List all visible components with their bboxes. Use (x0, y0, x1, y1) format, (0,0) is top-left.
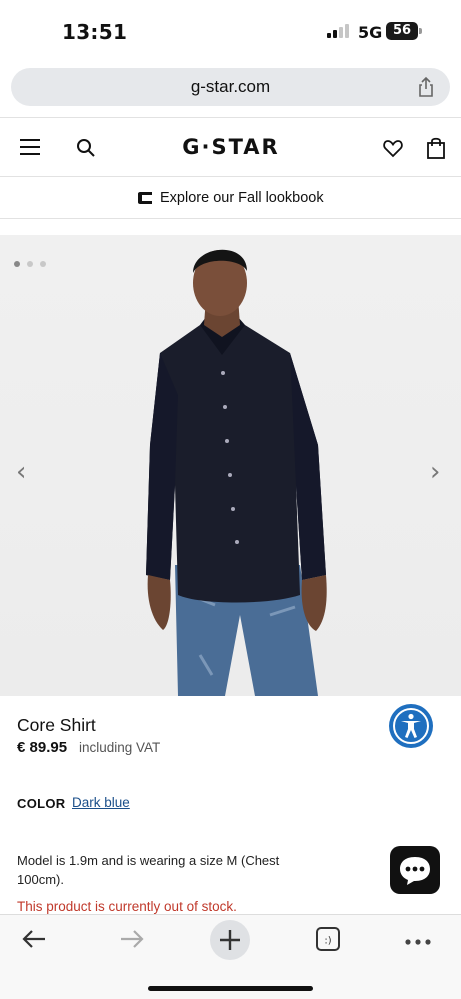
menu-icon[interactable] (20, 138, 40, 156)
network-type: 5G (358, 23, 383, 42)
forward-arrow-icon[interactable] (118, 927, 146, 951)
status-time: 13:51 (62, 20, 128, 44)
home-indicator[interactable] (148, 986, 313, 991)
bag-icon[interactable] (425, 136, 447, 160)
more-options-icon[interactable] (404, 934, 432, 945)
carousel-dot[interactable] (14, 261, 20, 267)
battery-icon: 56 (386, 22, 418, 40)
search-icon[interactable] (75, 137, 97, 159)
svg-text::): :) (324, 936, 331, 947)
product-image-gallery[interactable]: ‹ › (0, 235, 461, 696)
promo-text[interactable]: Explore our Fall lookbook (160, 177, 324, 219)
browser-toolbar: :) (0, 914, 461, 999)
accessibility-icon[interactable] (389, 704, 433, 748)
product-photo (146, 249, 327, 696)
color-selector-link[interactable]: Dark blue (72, 795, 130, 810)
back-arrow-icon[interactable] (20, 927, 48, 951)
brand-logo[interactable]: G·STAR (170, 133, 292, 161)
model-size-info: Model is 1.9m and is wearing a size M (C… (17, 853, 280, 887)
cellular-signal-icon (327, 24, 351, 38)
promo-banner[interactable]: Explore our Fall lookbook (0, 177, 461, 219)
lookbook-icon (136, 191, 154, 205)
carousel-dot[interactable] (40, 261, 46, 267)
address-bar[interactable]: g-star.com (11, 68, 450, 106)
status-bar: 13:51 5G 56 (0, 0, 461, 62)
product-title: Core Shirt (17, 715, 96, 735)
new-tab-plus-icon[interactable] (210, 920, 250, 960)
chat-icon[interactable] (390, 846, 440, 894)
site-header: G·STAR (0, 117, 461, 177)
next-image-arrow-icon[interactable]: › (430, 457, 440, 487)
stock-status: This product is currently out of stock. (17, 899, 237, 914)
battery-cap (419, 28, 422, 34)
carousel-dots[interactable] (14, 254, 53, 272)
carousel-dot[interactable] (27, 261, 33, 267)
product-price: € 89.95 (17, 739, 68, 756)
vat-note: including VAT (79, 740, 161, 755)
tabs-icon[interactable]: :) (314, 925, 342, 953)
url-text[interactable]: g-star.com (11, 68, 450, 106)
share-icon[interactable] (415, 76, 437, 98)
color-label: COLOR (17, 796, 66, 811)
previous-image-arrow-icon[interactable]: ‹ (16, 457, 26, 487)
heart-icon[interactable] (382, 137, 404, 159)
